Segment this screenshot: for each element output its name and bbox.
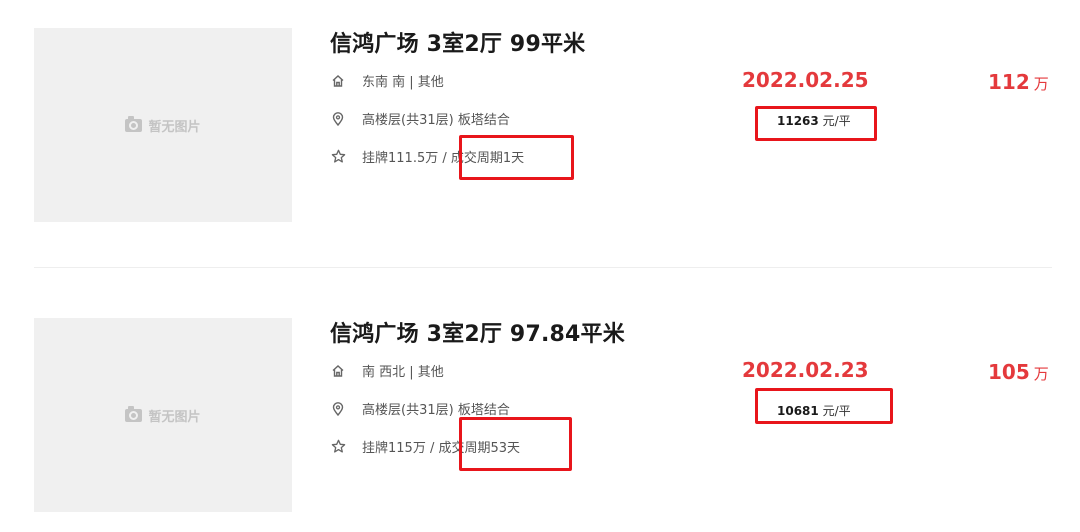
- listing-divider: [34, 267, 1052, 268]
- star-icon: [330, 149, 346, 165]
- total-price-value: 112: [988, 70, 1030, 94]
- location-pin-icon: [330, 111, 346, 127]
- camera-icon: [125, 405, 143, 422]
- floor-row: 高楼层(共31层) 板塔结合: [330, 399, 510, 418]
- deal-date: 2022.02.23: [742, 358, 869, 382]
- highlight-box: [755, 106, 877, 141]
- listing-image-placeholder[interactable]: 暂无图片: [34, 28, 292, 222]
- orientation-text: 南 西北 | 其他: [362, 365, 444, 380]
- house-icon: [330, 363, 346, 379]
- orientation-row: 南 西北 | 其他: [330, 361, 444, 380]
- no-image-label: 暂无图片: [148, 119, 201, 135]
- orientation-row: 东南 南 | 其他: [330, 71, 444, 90]
- listing-image-placeholder[interactable]: 暂无图片: [34, 318, 292, 512]
- total-price-unit: 万: [1033, 75, 1049, 93]
- listing-title[interactable]: 信鸿广场 3室2厅 97.84平米: [330, 316, 625, 348]
- no-image-label: 暂无图片: [148, 409, 201, 425]
- star-icon: [330, 439, 346, 455]
- house-icon: [330, 73, 346, 89]
- listing-card[interactable]: 暂无图片 信鸿广场 3室2厅 97.84平米 南 西北 | 其他 高楼层(共31…: [0, 290, 1080, 522]
- highlight-box: [459, 135, 574, 180]
- highlight-box: [755, 388, 893, 424]
- floor-text: 高楼层(共31层) 板塔结合: [362, 113, 510, 128]
- location-pin-icon: [330, 401, 346, 417]
- floor-text: 高楼层(共31层) 板塔结合: [362, 403, 510, 418]
- deal-date: 2022.02.25: [742, 68, 869, 92]
- highlight-box: [459, 417, 572, 471]
- total-price: 112 万: [988, 70, 1049, 94]
- orientation-text: 东南 南 | 其他: [362, 75, 444, 90]
- total-price: 105 万: [988, 360, 1049, 384]
- listing-card[interactable]: 暂无图片 信鸿广场 3室2厅 99平米 东南 南 | 其他 高楼层(共31层) …: [0, 0, 1080, 232]
- floor-row: 高楼层(共31层) 板塔结合: [330, 109, 510, 128]
- total-price-unit: 万: [1033, 365, 1049, 383]
- camera-icon: [125, 115, 143, 132]
- total-price-value: 105: [988, 360, 1030, 384]
- listing-title[interactable]: 信鸿广场 3室2厅 99平米: [330, 26, 585, 58]
